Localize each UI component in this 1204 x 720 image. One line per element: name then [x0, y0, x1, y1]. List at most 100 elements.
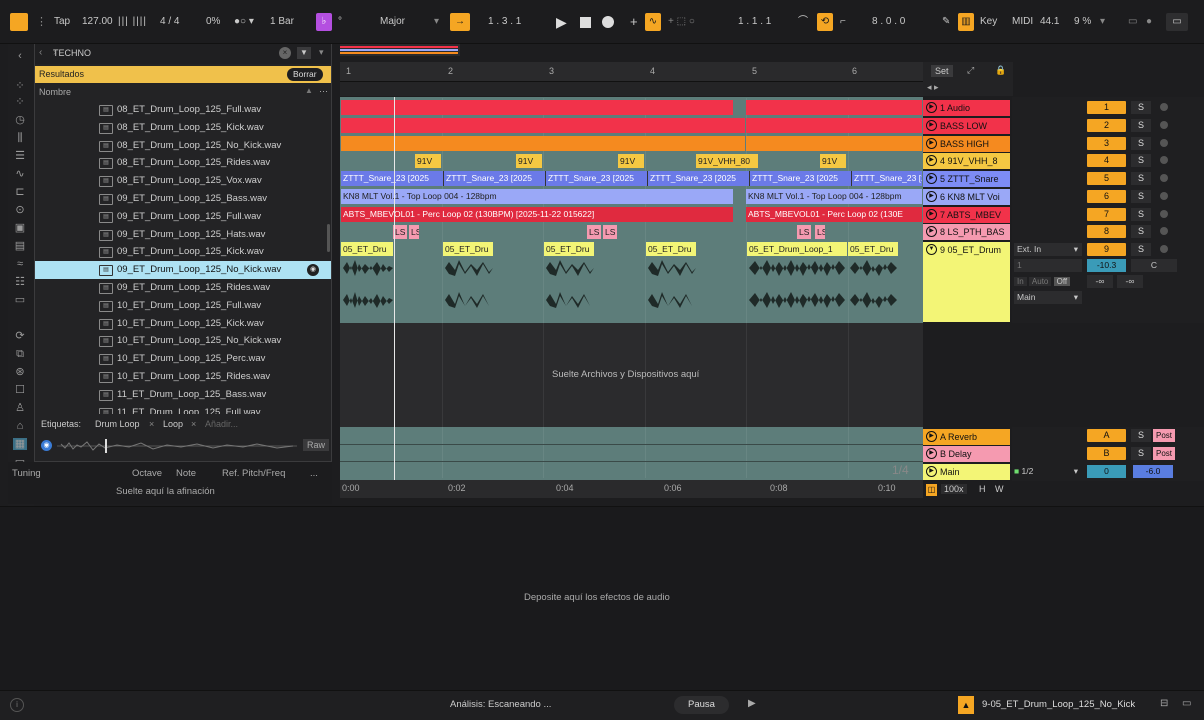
midi-map-button[interactable]: MIDI [1012, 13, 1033, 31]
clip-audio-2[interactable] [746, 100, 922, 115]
options-chevron-icon[interactable]: ▾ [319, 47, 324, 58]
track-fold-icon[interactable]: ▶ [926, 431, 937, 442]
loop-icon[interactable]: ⟲ [817, 13, 833, 31]
loop-start-display[interactable]: 1 . 1 . 1 [738, 13, 771, 31]
file-row[interactable]: ▤ 10_ET_Drum_Loop_125_No_Kick.wav [35, 332, 331, 350]
file-row[interactable]: ▤ 08_ET_Drum_Loop_125_Rides.wav [35, 154, 331, 172]
file-row[interactable]: ▤ 09_ET_Drum_Loop_125_Kick.wav [35, 243, 331, 261]
file-row[interactable]: ▤ 09_ET_Drum_Loop_125_Hats.wav [35, 226, 331, 244]
playhead[interactable] [394, 97, 395, 480]
expand-icon[interactable]: ⤢ [967, 65, 974, 76]
quantize-select[interactable]: 1 Bar [270, 13, 294, 31]
arm-button[interactable] [1160, 227, 1168, 235]
clip-zttt-4[interactable]: ZTTT_Snare_23 [2025 [647, 171, 749, 186]
drop-zone[interactable]: Suelte Archivos y Dispositivos aquí [340, 323, 923, 427]
scale-icon[interactable]: ♭ [316, 13, 332, 31]
sort-icon[interactable]: ▲ [305, 86, 313, 95]
loop-length-display[interactable]: 8 . 0 . 0 [872, 13, 905, 31]
monitor-auto[interactable]: Auto [1028, 277, 1052, 286]
tap-button[interactable]: Tap [54, 13, 70, 31]
drums-icon[interactable]: ☰ [13, 150, 27, 162]
key-map-button[interactable]: Key [980, 13, 997, 31]
clip-91v-3[interactable]: 91V [618, 154, 644, 168]
lock-icon[interactable]: 🔒 [995, 65, 1006, 76]
tempo-field[interactable]: 127.00 [82, 13, 113, 31]
track-pan[interactable]: C [1131, 259, 1177, 272]
plugin-icon[interactable]: ▤ [13, 240, 27, 252]
clip-kn8-1[interactable]: KN8 MLT Vol.1 - Top Loop 004 - 128bpm [341, 189, 733, 204]
h-zoom-button[interactable]: H [979, 484, 986, 494]
clip-zttt-1[interactable]: ZTTT_Snare_23 [2025 [341, 171, 443, 186]
hot-swap-icon[interactable]: ◉ [307, 264, 319, 277]
loop-brace-bar[interactable] [340, 82, 923, 96]
track-activator[interactable]: 6 [1087, 190, 1126, 203]
solo-button[interactable]: S [1131, 119, 1151, 132]
solo-button[interactable]: S [1131, 137, 1151, 150]
draw-mode-icon[interactable]: ✎ [942, 13, 950, 31]
solo-button[interactable]: S [1131, 172, 1151, 185]
output-select[interactable]: Main ▾ [1014, 291, 1082, 304]
clip-drum-1[interactable]: 05_ET_Dru [341, 242, 393, 256]
track-activator[interactable]: 7 [1087, 208, 1126, 221]
set-button[interactable]: Set [931, 65, 953, 77]
solo-button[interactable]: S [1131, 447, 1151, 460]
clear-search-icon[interactable]: × [279, 47, 291, 59]
layout-icon[interactable] [10, 13, 28, 31]
instruments-icon[interactable]: ∿ [13, 168, 27, 180]
play-preview-icon[interactable]: ▶ [748, 698, 756, 709]
grooves-icon[interactable]: ▭ [13, 294, 27, 306]
keymap-icon[interactable]: ▥ [958, 13, 974, 31]
clip-drum-6[interactable]: 05_ET_Dru [848, 242, 898, 256]
track-activator[interactable]: 5 [1087, 172, 1126, 185]
scale-key[interactable]: ° [338, 13, 342, 31]
track-fold-icon[interactable]: ▶ [926, 138, 937, 149]
midi-effects-icon[interactable]: ⊙ [13, 204, 27, 216]
clip-91v-1[interactable]: 91V [415, 154, 441, 168]
clip-91v-2[interactable]: 91V [516, 154, 542, 168]
follow-icon[interactable]: → [450, 13, 470, 31]
file-row[interactable]: ▤ 10_ET_Drum_Loop_125_Full.wav [35, 297, 331, 315]
scale-mode-select[interactable]: Major [380, 13, 405, 31]
record-icon[interactable] [602, 16, 614, 28]
preview-waveform[interactable] [57, 439, 297, 453]
file-row[interactable]: ▤ 09_ET_Drum_Loop_125_Bass.wav [35, 190, 331, 208]
scroll-arrows-icon[interactable]: ◂ ▸ [927, 82, 939, 93]
cpu-chevron-icon[interactable]: ▾ [1100, 13, 1105, 31]
capture-icon[interactable]: + ⬚ ○ [668, 13, 695, 31]
clip-ls-1[interactable]: LS [393, 225, 407, 239]
master-header[interactable]: ▶ Main [923, 464, 1010, 480]
track-header[interactable]: ▶ 4 91V_VHH_8 [923, 153, 1010, 169]
device-panel[interactable]: Deposite aquí los efectos de audio [0, 506, 1204, 690]
overview-icon[interactable]: ▭ [1128, 13, 1137, 31]
track-activator[interactable]: 1 [1087, 101, 1126, 114]
split-view-icon[interactable]: ⊟ [1160, 698, 1168, 709]
automation-icon[interactable]: ∿ [645, 13, 661, 31]
tag-drum-loop[interactable]: Drum Loop [95, 419, 140, 429]
clip-bass-low-1[interactable] [341, 118, 745, 133]
clip-ls-3[interactable]: LS [587, 225, 601, 239]
file-row[interactable]: ▤ 11_ET_Drum_Loop_125_Full.wav [35, 404, 331, 414]
current-project-icon[interactable]: ⊛ [13, 366, 27, 378]
metronome-icon[interactable]: ||| |||| [118, 13, 147, 31]
audio-effects-icon[interactable]: ⊏ [13, 186, 27, 198]
solo-button[interactable]: S [1131, 101, 1151, 114]
add-tag-field[interactable]: Añadir... [205, 419, 238, 429]
clip-abts-1[interactable]: ABTS_MBEVOL01 - Perc Loop 02 (130BPM) [2… [341, 207, 733, 222]
preview-icon[interactable]: ◉ [41, 440, 52, 451]
position-display[interactable]: 1 . 3 . 1 [488, 13, 521, 31]
clip-drum-2[interactable]: 05_ET_Dru [443, 242, 493, 256]
w-zoom-button[interactable]: W [995, 484, 1004, 494]
arm-button[interactable] [1160, 245, 1168, 253]
track-header[interactable]: ▶ BASS LOW [923, 118, 1010, 134]
track-activator[interactable]: 8 [1087, 225, 1126, 238]
file-row[interactable]: ▤ 09_ET_Drum_Loop_125_No_Kick.wav ◉ [35, 261, 331, 280]
file-row[interactable]: ▤ 09_ET_Drum_Loop_125_Full.wav [35, 208, 331, 226]
sounds-icon[interactable]: ⫼ [13, 132, 27, 144]
return-header[interactable]: ▶ B Delay [923, 446, 1010, 462]
track-header[interactable]: ▶ 7 ABTS_MBEV [923, 207, 1010, 223]
solo-button[interactable]: S [1131, 429, 1151, 442]
track-header[interactable]: ▶ 8 LS_PTH_BAS [923, 224, 1010, 240]
track-fold-icon[interactable]: ▶ [926, 226, 937, 237]
clips-icon[interactable]: ≈ [13, 258, 27, 270]
file-row[interactable]: ▤ 08_ET_Drum_Loop_125_Full.wav [35, 101, 331, 119]
